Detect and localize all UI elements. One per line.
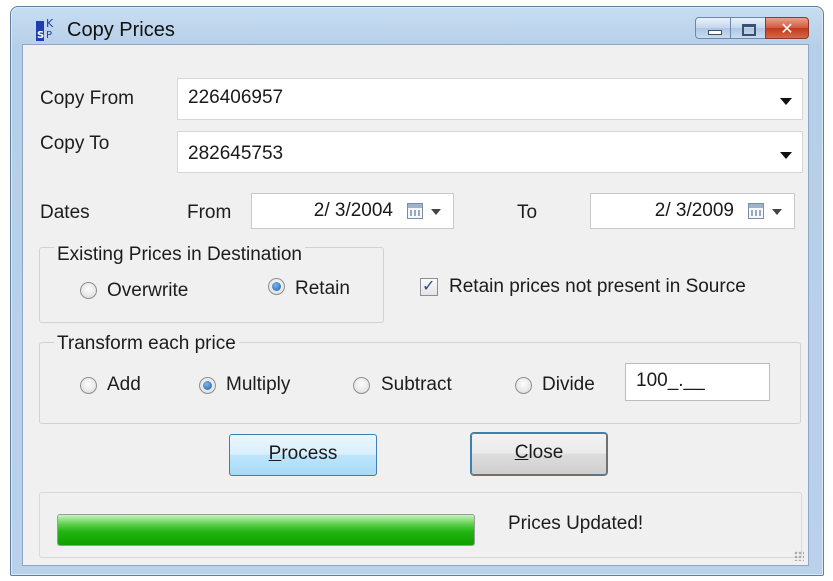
- dialog-client-area: Copy From 226406957 Copy To 282645753 Da…: [22, 44, 809, 566]
- progress-bar: [57, 514, 475, 546]
- divide-label[interactable]: Divide: [542, 374, 595, 396]
- copy-from-label: Copy From: [40, 88, 134, 109]
- to-date-picker[interactable]: 2/ 3/2009: [590, 193, 795, 229]
- calendar-icon[interactable]: [748, 203, 764, 219]
- calendar-icon[interactable]: [407, 203, 423, 219]
- maximize-icon[interactable]: [731, 17, 765, 39]
- close-label: lose: [528, 442, 564, 463]
- multiply-label[interactable]: Multiply: [226, 374, 290, 396]
- from-date-picker[interactable]: 2/ 3/2004: [251, 193, 454, 229]
- copy-from-value: 226406957: [188, 87, 284, 108]
- process-mnemonic: P: [268, 443, 282, 464]
- copy-to-value: 282645753: [188, 143, 284, 164]
- process-label: rocess: [281, 443, 338, 464]
- progress-fill: [58, 515, 474, 545]
- status-text: Prices Updated!: [508, 513, 644, 534]
- retain-not-present-checkbox[interactable]: ✓: [420, 276, 438, 296]
- transform-value-input[interactable]: 100_.__: [625, 363, 770, 401]
- add-radio[interactable]: [80, 377, 97, 394]
- window-title: Copy Prices: [67, 19, 175, 41]
- app-icon: KSP: [36, 17, 54, 41]
- multiply-radio[interactable]: [199, 377, 216, 394]
- copy-to-combobox[interactable]: 282645753: [177, 131, 803, 173]
- copy-to-label: Copy To: [40, 133, 110, 154]
- chevron-down-icon[interactable]: [431, 209, 441, 215]
- close-icon: ✕: [780, 19, 794, 38]
- chevron-down-icon[interactable]: [780, 152, 792, 159]
- subtract-radio[interactable]: [353, 377, 370, 394]
- from-date-value: 2/ 3/2004: [313, 200, 393, 221]
- overwrite-radio[interactable]: [80, 282, 97, 299]
- retain-label[interactable]: Retain: [295, 278, 350, 300]
- retain-not-present-label[interactable]: Retain prices not present in Source: [449, 276, 746, 298]
- add-label[interactable]: Add: [107, 374, 141, 396]
- transform-value: 100_.__: [636, 370, 705, 391]
- divide-radio[interactable]: [515, 377, 532, 394]
- process-button[interactable]: Process: [229, 434, 377, 476]
- copy-from-combobox[interactable]: 226406957: [177, 78, 803, 120]
- chevron-down-icon[interactable]: [772, 209, 782, 215]
- existing-prices-legend: Existing Prices in Destination: [54, 244, 305, 266]
- chevron-down-icon[interactable]: [780, 98, 792, 105]
- checkmark-icon: ✓: [422, 276, 436, 295]
- close-button[interactable]: Close: [471, 433, 607, 475]
- title-bar[interactable]: KSP Copy Prices ✕: [11, 7, 823, 49]
- subtract-label[interactable]: Subtract: [381, 374, 452, 396]
- to-date-value: 2/ 3/2009: [654, 200, 734, 221]
- transform-legend: Transform each price: [54, 333, 239, 355]
- caption-buttons: ✕: [695, 17, 809, 41]
- minimize-icon[interactable]: [695, 17, 731, 39]
- retain-radio[interactable]: [268, 278, 285, 295]
- close-window-button[interactable]: ✕: [765, 17, 809, 39]
- to-label: To: [517, 202, 538, 223]
- from-label: From: [187, 202, 232, 223]
- resize-grip-icon[interactable]: [794, 551, 804, 561]
- close-mnemonic: C: [514, 442, 529, 463]
- overwrite-label[interactable]: Overwrite: [107, 280, 188, 302]
- dates-label: Dates: [40, 202, 90, 223]
